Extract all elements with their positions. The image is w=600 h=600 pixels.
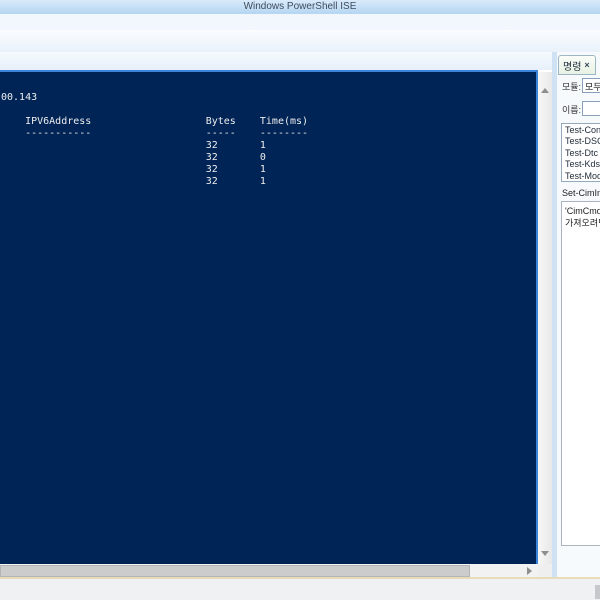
scroll-down-icon[interactable] — [541, 551, 549, 556]
cmdlet-detail-box: 'CimCmdlets' 가져오려면 — [561, 201, 600, 546]
commands-tab[interactable]: 명령 × — [558, 55, 596, 75]
cmdlet-list[interactable]: Test-Connection Test-DSCConfiguration Te… — [561, 123, 600, 182]
list-item[interactable]: Test-DSCConfiguration — [562, 136, 600, 147]
module-label: 모듈: — [562, 82, 582, 92]
scroll-up-icon[interactable] — [541, 88, 549, 93]
list-item[interactable]: Test-KdsRootKey — [562, 159, 600, 170]
list-item[interactable]: Test-Connection — [562, 125, 600, 136]
toolbar: >_ — [0, 30, 600, 83]
scrollbar-thumb[interactable] — [0, 565, 470, 577]
console-output[interactable]: 00.143 IPV6Address Bytes Time(ms) ------… — [1, 92, 536, 188]
window-title: Windows PowerShell ISE — [243, 1, 357, 12]
module-dropdown[interactable]: 모두 — [582, 78, 600, 93]
resize-grip[interactable] — [595, 585, 600, 599]
name-label: 이름: — [562, 105, 582, 115]
cmdlet-detail-title: Set-CimInstance — [562, 188, 600, 198]
warning-text-line2: 가져오려면 — [565, 218, 600, 228]
commands-addon-panel: 명령 × 모듈: 모두 이름: Test-Connection Test-DSC… — [557, 52, 600, 578]
menu-bar: 추가 기능(A) 도움말(H) — [0, 14, 600, 45]
warning-text-line1: 'CimCmdlets' — [565, 206, 600, 216]
console-horizontal-scrollbar[interactable] — [0, 564, 538, 577]
list-item[interactable]: Test-ModuleManifest — [562, 171, 600, 181]
scroll-right-icon[interactable] — [527, 567, 532, 575]
scrollbar-corner — [538, 564, 552, 577]
console-pane[interactable]: 00.143 IPV6Address Bytes Time(ms) ------… — [0, 70, 538, 564]
script-pane-header: 스크립트 — [0, 52, 600, 122]
status-bar — [0, 577, 600, 600]
console-vertical-scrollbar[interactable] — [538, 72, 552, 564]
close-icon[interactable]: × — [584, 60, 589, 70]
name-input[interactable] — [582, 101, 600, 116]
title-bar[interactable]: Windows PowerShell ISE — [0, 0, 600, 14]
list-item[interactable]: Test-Dtc — [562, 148, 600, 159]
powershell-ise-window: Windows PowerShell ISE 추가 기능(A) 도움말(H) >… — [0, 0, 600, 600]
commands-tab-label: 명령 — [563, 61, 582, 73]
